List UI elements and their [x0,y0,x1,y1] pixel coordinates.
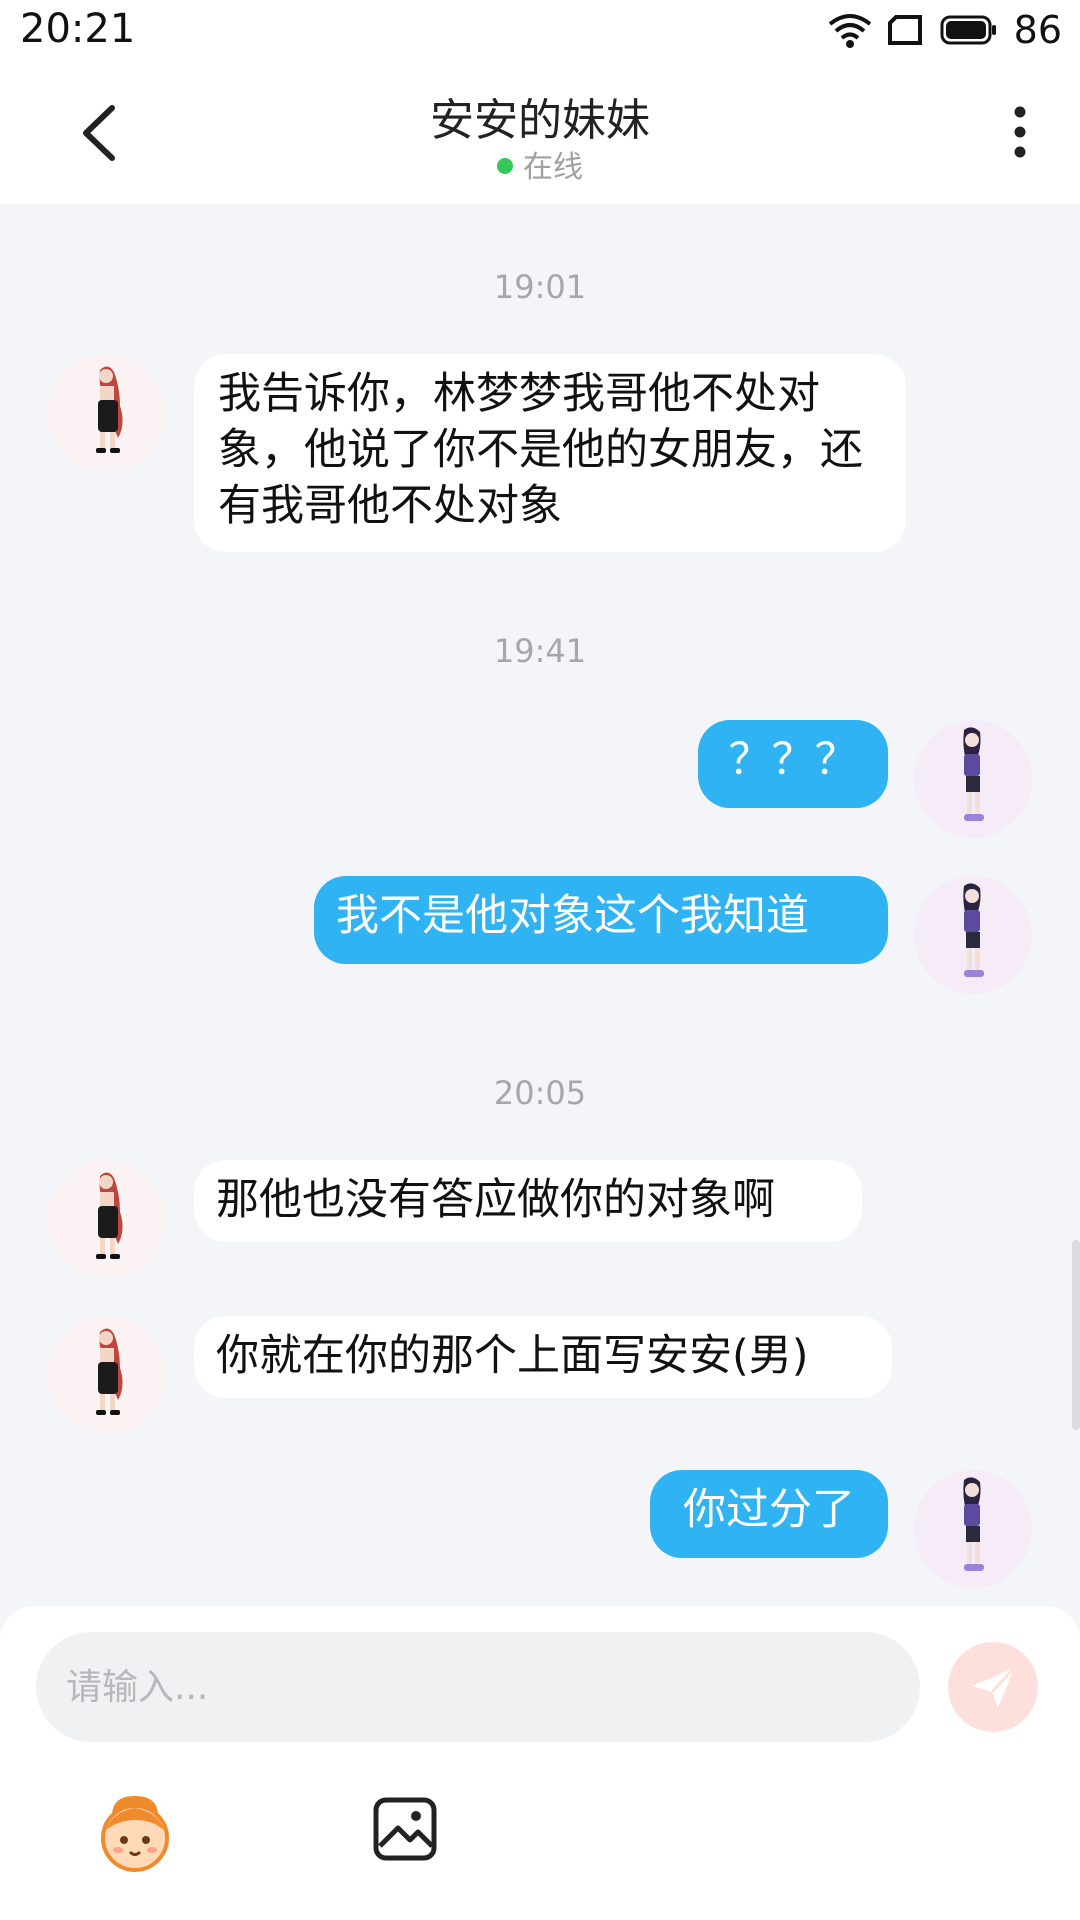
message-text: 你就在你的那个上面写安安(男) [216,1331,809,1381]
message-text: 我不是他对象这个我知道 [336,891,809,941]
message-input[interactable] [36,1632,920,1742]
message-row-incoming: 你就在你的那个上面写安安(男) [0,1316,1080,1436]
send-icon [972,1666,1016,1708]
online-dot [497,157,513,174]
contact-avatar[interactable] [48,1316,166,1434]
message-bubble-outgoing[interactable]: ？？？ [698,720,888,808]
message-bubble-outgoing[interactable]: 你过分了 [650,1470,888,1558]
message-row-outgoing: 你过分了 [0,1470,1080,1590]
status-time: 20:21 [20,6,136,52]
sim-icon [887,15,922,45]
battery-level: 86 [1013,8,1062,52]
contact-avatar-image [96,1328,123,1415]
scroll-indicator[interactable] [1072,1240,1080,1430]
timestamp: 19:41 [493,632,587,670]
message-text: 那他也没有答应做你的对象啊 [216,1175,775,1225]
timestamp: 20:05 [493,1074,587,1112]
more-button[interactable] [1000,102,1040,162]
message-bubble-incoming[interactable]: 我告诉你，林梦梦我哥他不处对象，他说了你不是他的女朋友，还有我哥他不处对象 [194,354,906,552]
my-avatar-image [963,727,984,821]
contact-avatar-image [96,366,123,453]
contact-avatar[interactable] [48,354,166,472]
message-text: 我告诉你，林梦梦我哥他不处对象，他说了你不是他的女朋友，还有我哥他不处对象 [218,369,863,531]
image-icon [373,1797,437,1861]
online-status: 在线 [0,142,1080,186]
my-avatar[interactable] [914,876,1032,994]
message-bubble-outgoing[interactable]: 我不是他对象这个我知道 [314,876,888,964]
image-button[interactable] [372,1796,438,1862]
message-list[interactable]: 19:01 我告诉你，林梦梦我哥他不处对象，他说了你不是他的女朋友，还有我哥他不… [0,204,1080,1606]
send-button[interactable] [948,1642,1038,1732]
message-row-incoming: 我告诉你，林梦梦我哥他不处对象，他说了你不是他的女朋友，还有我哥他不处对象 [0,354,1080,564]
chat-title: 安安的妹妹 [430,95,650,146]
contact-avatar[interactable] [48,1160,166,1278]
message-text: 你过分了 [683,1485,855,1535]
message-row-outgoing: 我不是他对象这个我知道 [0,876,1080,996]
message-text: ？？？ [728,735,858,785]
contact-avatar-image [96,1172,123,1259]
chat-header: 安安的妹妹 在线 [0,60,1080,204]
more-icon [1014,106,1026,158]
message-row-outgoing: ？？？ [0,720,1080,840]
wifi-icon [828,14,871,48]
composer [0,1606,1080,1920]
emoji-button[interactable] [92,1794,178,1874]
my-avatar-image [963,1477,984,1571]
my-avatar[interactable] [914,720,1032,838]
status-bar: 20:21 86 [0,0,1080,60]
message-bubble-incoming[interactable]: 那他也没有答应做你的对象啊 [194,1160,862,1242]
timestamp: 19:01 [493,268,587,306]
emoji-icon [101,1796,169,1872]
message-row-incoming: 那他也没有答应做你的对象啊 [0,1160,1080,1280]
battery-icon [940,15,996,45]
my-avatar-image [963,883,984,977]
status-icons: 86 [828,8,1062,52]
my-avatar[interactable] [914,1470,1032,1588]
online-status-text: 在线 [523,150,583,185]
message-bubble-incoming[interactable]: 你就在你的那个上面写安安(男) [194,1316,892,1398]
